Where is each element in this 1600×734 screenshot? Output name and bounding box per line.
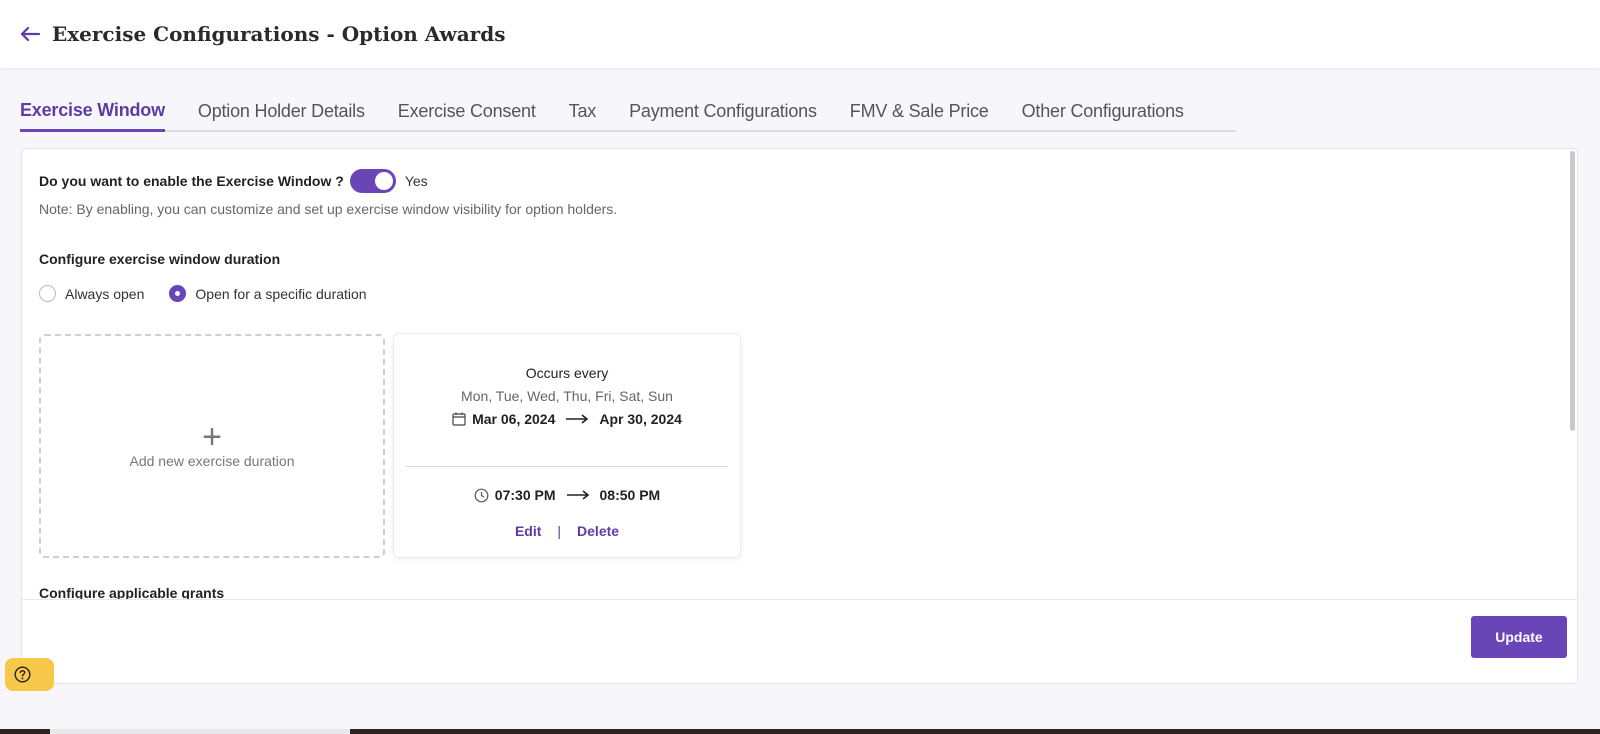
delete-duration-link[interactable]: Delete [577,523,619,539]
exercise-window-panel: Do you want to enable the Exercise Windo… [21,148,1578,684]
tab-option-holder-details[interactable]: Option Holder Details [198,101,365,130]
help-button[interactable] [5,658,54,691]
tab-fmv-sale-price[interactable]: FMV & Sale Price [850,101,989,130]
radio-specific-duration-label: Open for a specific duration [195,285,367,302]
clock-icon [474,488,489,503]
tab-other-configurations[interactable]: Other Configurations [1022,101,1184,130]
radio-specific-duration-circle[interactable] [169,285,187,302]
calendar-icon [452,412,466,426]
card-divider [406,466,728,467]
update-button[interactable]: Update [1471,616,1567,658]
scrollbar[interactable] [1570,151,1575,431]
occurs-label: Occurs every [525,365,609,381]
time-range: 07:30 PM 08:50 PM [394,487,740,503]
days-list: Mon, Tue, Wed, Thu, Fri, Sat, Sun [461,388,673,404]
enable-exercise-window-toggle[interactable] [349,169,396,193]
plus-icon: + [202,418,222,456]
question-mark-icon [14,666,31,683]
duration-section-title: Configure exercise window duration [39,251,281,267]
date-range: Mar 06, 2024 Apr 30, 2024 [394,411,740,427]
tab-tax[interactable]: Tax [569,101,597,130]
radio-always-open[interactable]: Always open [39,285,144,302]
panel-footer: Update [22,599,1577,683]
start-time: 07:30 PM [494,487,556,503]
arrow-right-icon [565,414,589,424]
enable-note: Note: By enabling, you can customize and… [39,201,618,217]
tab-payment-configurations[interactable]: Payment Configurations [629,101,817,130]
toggle-knob [374,172,393,190]
end-date: Apr 30, 2024 [599,411,682,427]
taskbar-segment [50,729,350,734]
radio-specific-duration[interactable]: Open for a specific duration [169,285,367,302]
duration-radio-group: Always open Open for a specific duration [39,285,392,302]
start-date: Mar 06, 2024 [472,411,556,427]
taskbar-strip [0,729,1600,734]
radio-always-open-label: Always open [65,285,145,302]
add-exercise-duration-button[interactable]: + Add new exercise duration [39,334,385,558]
enable-question-label: Do you want to enable the Exercise Windo… [39,173,344,189]
radio-always-open-circle[interactable] [39,285,56,302]
page-title: Exercise Configurations - Option Awards [52,22,506,46]
duration-card: Occurs every Mon, Tue, Wed, Thu, Fri, Sa… [393,333,741,558]
top-bar: Exercise Configurations - Option Awards [0,0,1600,68]
add-duration-label: Add new exercise duration [129,453,295,469]
arrow-right-icon [566,490,590,500]
tab-exercise-window[interactable]: Exercise Window [20,100,165,132]
tab-bar: Exercise Window Option Holder Details Ex… [20,96,1236,132]
edit-duration-link[interactable]: Edit [515,523,541,539]
arrow-left-icon[interactable] [20,23,42,45]
duration-actions: Edit | Delete [394,523,740,539]
action-separator: | [557,523,562,539]
tab-exercise-consent[interactable]: Exercise Consent [398,101,536,130]
enable-row: Do you want to enable the Exercise Windo… [39,169,428,193]
end-time: 08:50 PM [599,487,661,503]
toggle-value-label: Yes [404,173,428,189]
